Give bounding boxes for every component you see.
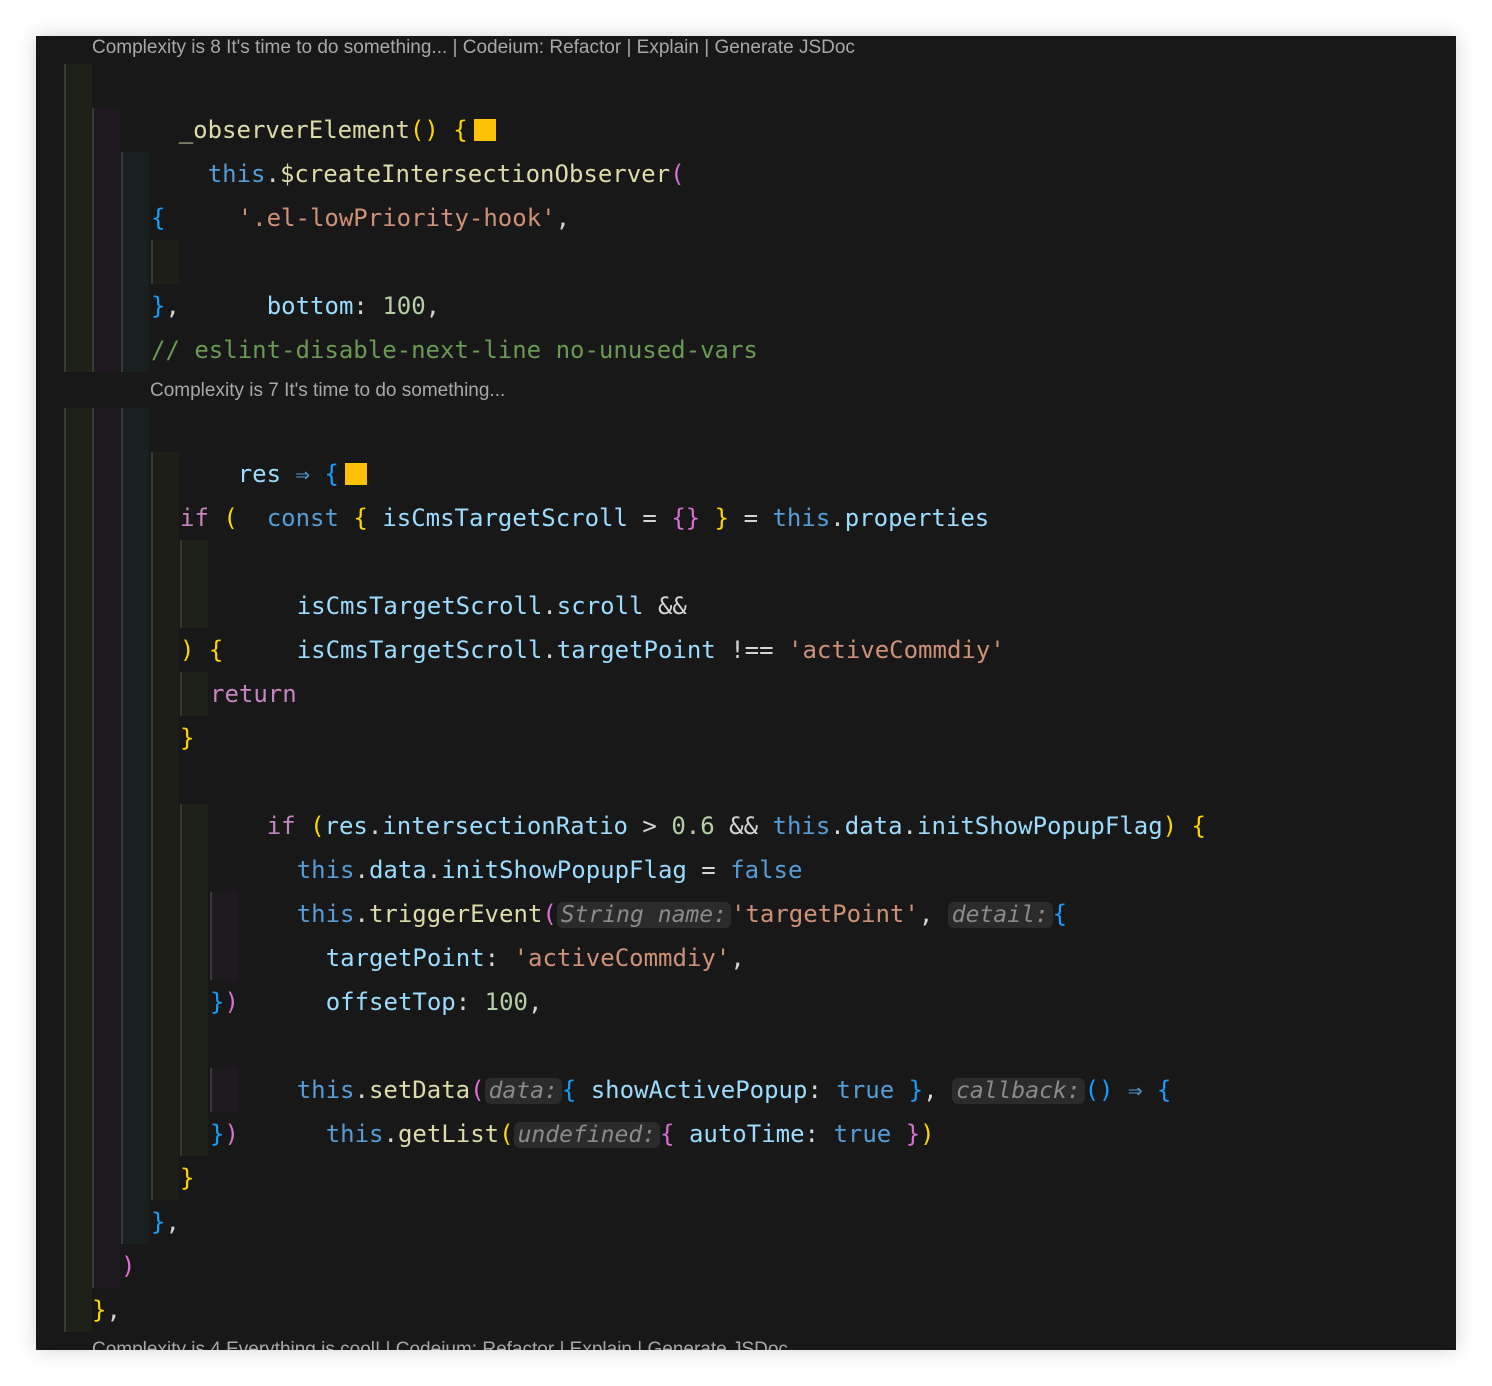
codelens-inner[interactable]: Complexity is 7 It's time to do somethin… <box>150 380 505 402</box>
code-line: this.triggerEvent(String name:'targetPoi… <box>36 848 1456 928</box>
code-line: res ⇒ { <box>36 408 1456 488</box>
code-line: }, <box>36 1288 1456 1332</box>
code-line: this.getList(undefined:{ autoTime: true … <box>36 1068 1456 1148</box>
code-line: }, <box>36 284 1456 328</box>
code-line: _observerElement() { <box>36 64 1456 144</box>
code-line: ) <box>36 1244 1456 1288</box>
code-line: if ( <box>36 496 1456 540</box>
code-line: bottom: 100, <box>36 240 1456 320</box>
code-line: }) <box>36 980 1456 1024</box>
code-line: isCmsTargetScroll.targetPoint !== 'activ… <box>36 584 1456 664</box>
code-line: } <box>36 716 1456 760</box>
code-line: // eslint-disable-next-line no-unused-va… <box>36 328 1456 372</box>
code-line: }) <box>36 1112 1456 1156</box>
code-line: ) { <box>36 628 1456 672</box>
code-line: offsetTop: 100, <box>36 936 1456 1016</box>
code-line: } <box>36 1156 1456 1200</box>
code-line: this.data.initShowPopupFlag = false <box>36 804 1456 884</box>
code-editor[interactable]: Complexity is 8 It's time to do somethin… <box>36 36 1456 1350</box>
eslint-comment: // eslint-disable-next-line no-unused-va… <box>151 336 758 364</box>
codelens-top[interactable]: Complexity is 8 It's time to do somethin… <box>92 37 855 59</box>
code-line: return <box>36 672 1456 716</box>
code-line: '.el-lowPriority-hook', <box>36 152 1456 232</box>
code-line: isCmsTargetScroll.scroll && <box>36 540 1456 620</box>
code-line: { <box>36 196 1456 240</box>
code-line: this.setData(data:{ showActivePopup: tru… <box>36 1024 1456 1104</box>
codelens-bottom[interactable]: Complexity is 4 Everything is cool! | Co… <box>92 1339 788 1350</box>
code-line: if (res.intersectionRatio > 0.6 && this.… <box>36 760 1456 840</box>
code-line: this.$createIntersectionObserver( <box>36 108 1456 188</box>
code-line: }, <box>36 1200 1456 1244</box>
code-line: const { isCmsTargetScroll = {} } = this.… <box>36 452 1456 532</box>
code-line: targetPoint: 'activeCommdiy', <box>36 892 1456 972</box>
